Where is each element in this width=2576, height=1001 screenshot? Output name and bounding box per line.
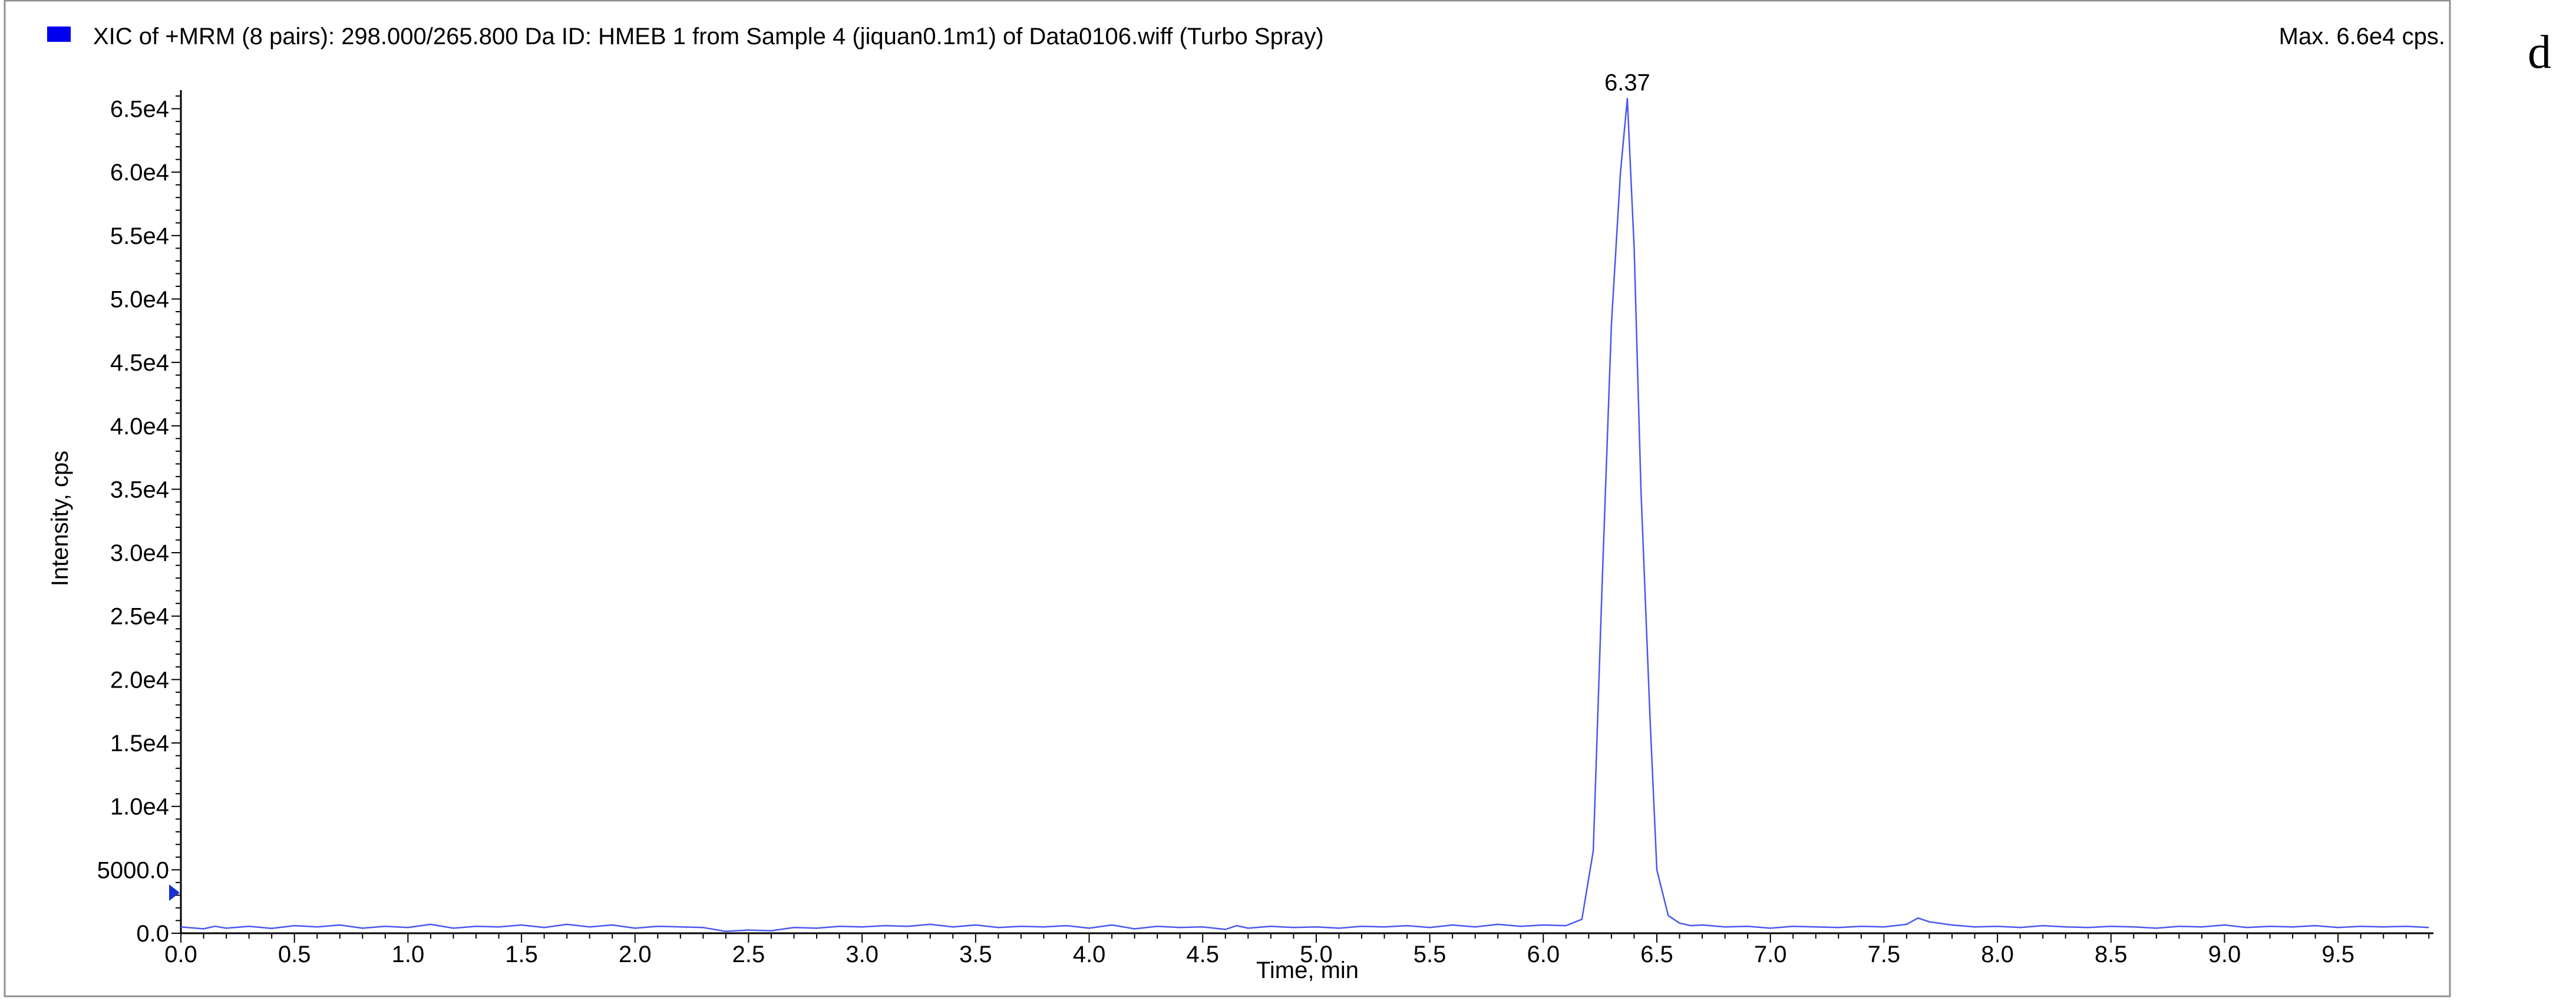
x-tick-label: 1.0 bbox=[392, 941, 425, 967]
x-tick-label: 8.0 bbox=[1981, 941, 2014, 967]
chart-frame bbox=[4, 0, 2451, 997]
y-tick-label: 5000.0 bbox=[97, 857, 169, 883]
panel-letter: d bbox=[2528, 27, 2551, 78]
x-tick-label: 4.5 bbox=[1186, 941, 1219, 967]
x-tick-label: 5.5 bbox=[1414, 941, 1446, 967]
y-tick-label: 1.0e4 bbox=[110, 794, 169, 820]
x-tick-label: 2.0 bbox=[619, 941, 652, 967]
y-tick-label: 6.5e4 bbox=[110, 97, 169, 123]
x-tick-label: 7.0 bbox=[1754, 941, 1787, 967]
x-tick-label: 4.0 bbox=[1073, 941, 1106, 967]
y-tick-label: 4.0e4 bbox=[110, 414, 169, 440]
y-tick-label: 2.0e4 bbox=[110, 667, 169, 693]
y-tick-label: 3.0e4 bbox=[110, 540, 169, 566]
peak-label: 6.37 bbox=[1604, 70, 1650, 95]
x-tick-label: 3.0 bbox=[846, 941, 879, 967]
tick-marks bbox=[171, 95, 2430, 943]
y-tick-label: 3.5e4 bbox=[110, 477, 169, 503]
tick-labels: 0.0 0.5 1.0 1.5 2.0 2.5 3.0 3.5 4.0 4.5 5.0 5.5 6.0 6… bbox=[97, 97, 2354, 967]
x-tick-label: 9.0 bbox=[2208, 941, 2241, 967]
y-tick-label: 6.0e4 bbox=[110, 160, 169, 186]
x-tick-label: 7.5 bbox=[1868, 941, 1901, 967]
baseline-marker bbox=[169, 884, 180, 901]
x-tick-label: 5.0 bbox=[1300, 941, 1333, 967]
x-tick-label: 1.5 bbox=[505, 941, 538, 967]
x-tick-label: 0.0 bbox=[164, 941, 197, 967]
x-tick-label: 2.5 bbox=[732, 941, 765, 967]
y-tick-label: 5.5e4 bbox=[110, 223, 169, 249]
x-tick-label: 6.0 bbox=[1527, 941, 1560, 967]
x-tick-label: 8.5 bbox=[2095, 941, 2128, 967]
x-tick-label: 6.5 bbox=[1640, 941, 1673, 967]
series-line bbox=[180, 98, 2429, 933]
legend-marker bbox=[47, 27, 71, 42]
y-tick-label: 0.0 bbox=[136, 921, 169, 947]
y-tick-label: 5.0e4 bbox=[110, 286, 169, 312]
x-tick-label: 3.5 bbox=[959, 941, 992, 967]
max-intensity-label: Max. 6.6e4 cps. bbox=[2279, 24, 2445, 49]
x-tick-label: 9.5 bbox=[2321, 941, 2354, 967]
y-tick-label: 2.5e4 bbox=[110, 604, 169, 630]
chromatogram-chart: XIC of +MRM (8 pairs): 298.000/265.800 D… bbox=[4, 0, 2551, 997]
axes bbox=[180, 90, 2433, 934]
annotations: 6.37 bbox=[169, 70, 1650, 901]
y-tick-label: 4.5e4 bbox=[110, 350, 169, 376]
y-axis-title: Intensity, cps bbox=[47, 451, 73, 586]
chart-title: XIC of +MRM (8 pairs): 298.000/265.800 D… bbox=[93, 24, 1324, 49]
x-tick-label: 0.5 bbox=[278, 941, 311, 967]
series-layer bbox=[180, 98, 2429, 933]
y-tick-label: 1.5e4 bbox=[110, 731, 169, 756]
